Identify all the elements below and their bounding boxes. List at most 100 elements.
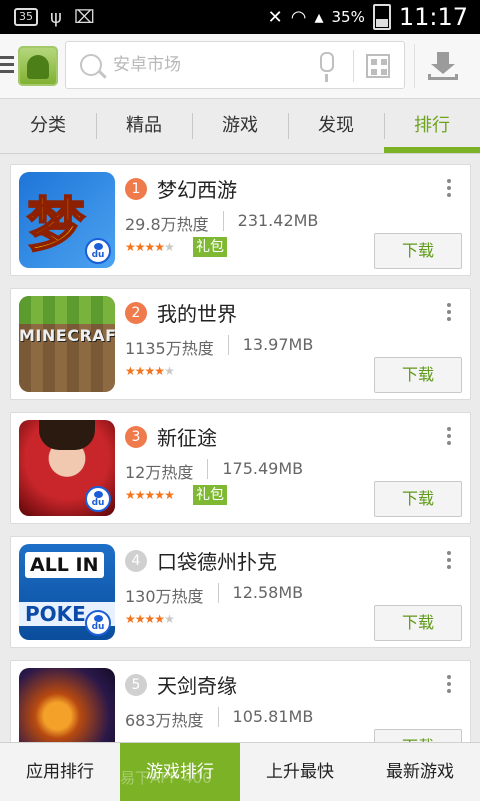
tab-featured[interactable]: 精品: [96, 99, 192, 153]
search-input[interactable]: [111, 54, 305, 76]
tab-newest-games[interactable]: 最新游戏: [360, 743, 480, 801]
download-icon[interactable]: [428, 52, 458, 80]
app-size: 105.81MB: [232, 707, 314, 726]
app-icon[interactable]: ALL IN POKE du: [19, 544, 115, 640]
header-divider: [414, 44, 415, 88]
tab-discover[interactable]: 发现: [288, 99, 384, 153]
meta-divider: [227, 335, 229, 355]
star-icon: ★: [154, 240, 165, 254]
search-icon: [80, 54, 102, 76]
debug-icon: ⌧: [73, 6, 95, 28]
meta-divider: [222, 211, 224, 231]
gift-badge: 礼包: [193, 237, 227, 257]
list-item[interactable]: 梦 du 1 梦幻西游 29.8万热度 231.42MB ★★★★★ 礼包 下载: [10, 164, 471, 276]
search-box[interactable]: [65, 41, 405, 89]
star-icon: ★: [154, 364, 165, 378]
star-icon: ★: [125, 240, 136, 254]
star-icon: ★: [134, 488, 146, 502]
tab-ranking[interactable]: 排行: [384, 99, 480, 153]
gift-badge: 礼包: [193, 485, 227, 505]
tab-rising-fastest[interactable]: 上升最快: [240, 743, 360, 801]
mic-icon[interactable]: [320, 52, 334, 82]
menu-icon[interactable]: [0, 56, 14, 76]
meta-divider: [217, 707, 219, 727]
list-item[interactable]: ALL IN POKE du 4 口袋德州扑克 130万热度 12.58MB ★…: [10, 536, 471, 648]
mute-icon: ✕: [267, 6, 283, 28]
app-name[interactable]: 口袋德州扑克: [157, 546, 277, 575]
app-size: 13.97MB: [242, 335, 314, 354]
rating-stars: ★★★★★: [125, 364, 175, 378]
meta-divider: [217, 583, 219, 603]
star-icon: ★: [125, 612, 136, 626]
app-popularity: 1135万热度: [125, 339, 214, 358]
app-icon[interactable]: MINECRAFT: [19, 296, 115, 392]
app-name[interactable]: 我的世界: [157, 298, 237, 327]
rank-badge: 5: [125, 674, 147, 696]
app-meta: 1135万热度 13.97MB: [125, 335, 313, 359]
more-options-icon[interactable]: [447, 675, 451, 693]
app-meta: 29.8万热度 231.42MB: [125, 211, 318, 235]
app-logo[interactable]: [18, 46, 58, 86]
star-icon: ★: [164, 364, 175, 378]
tab-games[interactable]: 游戏: [192, 99, 288, 153]
app-popularity: 683万热度: [125, 711, 204, 730]
qr-code-icon[interactable]: [366, 54, 390, 78]
notification-count-badge: 35: [14, 8, 38, 26]
star-icon: ★: [125, 488, 136, 502]
app-icon[interactable]: 梦 du: [19, 172, 115, 268]
download-button[interactable]: 下载: [374, 605, 462, 641]
minecraft-logo-text: MINECRAFT: [19, 326, 115, 345]
app-size: 175.49MB: [222, 459, 304, 478]
tab-category[interactable]: 分类: [0, 99, 96, 153]
list-item[interactable]: du 3 新征途 12万热度 175.49MB ★★★★★ 礼包 下载: [10, 412, 471, 524]
meta-divider: [207, 459, 209, 479]
signal-icon: ▴: [314, 6, 324, 28]
more-options-icon[interactable]: [447, 303, 451, 321]
clock: 11:17: [398, 3, 468, 31]
app-meta: 12万热度 175.49MB: [125, 459, 303, 483]
app-meta: 130万热度 12.58MB: [125, 583, 303, 607]
battery-icon: [372, 4, 391, 30]
rank-badge: 3: [125, 426, 147, 448]
more-options-icon[interactable]: [447, 427, 451, 445]
app-ranking-list: 梦 du 1 梦幻西游 29.8万热度 231.42MB ★★★★★ 礼包 下载…: [10, 164, 471, 784]
star-icon: ★: [134, 364, 146, 378]
search-divider: [353, 50, 354, 82]
list-item[interactable]: MINECRAFT 2 我的世界 1135万热度 13.97MB ★★★★★ 下…: [10, 288, 471, 400]
app-name[interactable]: 新征途: [157, 422, 217, 451]
star-icon: ★: [144, 612, 156, 626]
app-name[interactable]: 天剑奇缘: [157, 670, 237, 699]
rank-badge: 4: [125, 550, 147, 572]
download-button[interactable]: 下载: [374, 481, 462, 517]
app-icon[interactable]: du: [19, 420, 115, 516]
star-icon: ★: [144, 364, 156, 378]
wifi-icon: ◠: [290, 6, 307, 28]
rating-stars: ★★★★★: [125, 612, 175, 626]
download-button[interactable]: 下载: [374, 357, 462, 393]
baidu-badge-icon: du: [85, 238, 111, 264]
rank-badge: 1: [125, 178, 147, 200]
app-popularity: 130万热度: [125, 587, 204, 606]
rating-stars: ★★★★★: [125, 240, 175, 254]
star-icon: ★: [154, 488, 165, 502]
download-button[interactable]: 下载: [374, 233, 462, 269]
app-size: 231.42MB: [237, 211, 319, 230]
star-icon: ★: [164, 488, 175, 502]
poker-cards-text: ALL IN: [25, 552, 104, 578]
app-meta: 683万热度 105.81MB: [125, 707, 313, 731]
star-icon: ★: [164, 612, 175, 626]
more-options-icon[interactable]: [447, 551, 451, 569]
status-bar: 35 ψ ⌧ ✕ ◠ ▴ 35% 11:17: [0, 0, 480, 34]
star-icon: ★: [125, 364, 136, 378]
more-options-icon[interactable]: [447, 179, 451, 197]
star-icon: ★: [144, 240, 156, 254]
category-tabs: 分类 精品 游戏 发现 排行: [0, 99, 480, 154]
app-name[interactable]: 梦幻西游: [157, 174, 237, 203]
app-popularity: 29.8万热度: [125, 215, 209, 234]
baidu-badge-icon: du: [85, 610, 111, 636]
tab-app-ranking[interactable]: 应用排行: [0, 743, 120, 801]
baidu-badge-icon: du: [85, 486, 111, 512]
bottom-tab-bar: 应用排行 游戏排行 上升最快 最新游戏: [0, 742, 480, 801]
meng-glyph-icon: 梦: [26, 190, 86, 260]
star-icon: ★: [134, 612, 146, 626]
